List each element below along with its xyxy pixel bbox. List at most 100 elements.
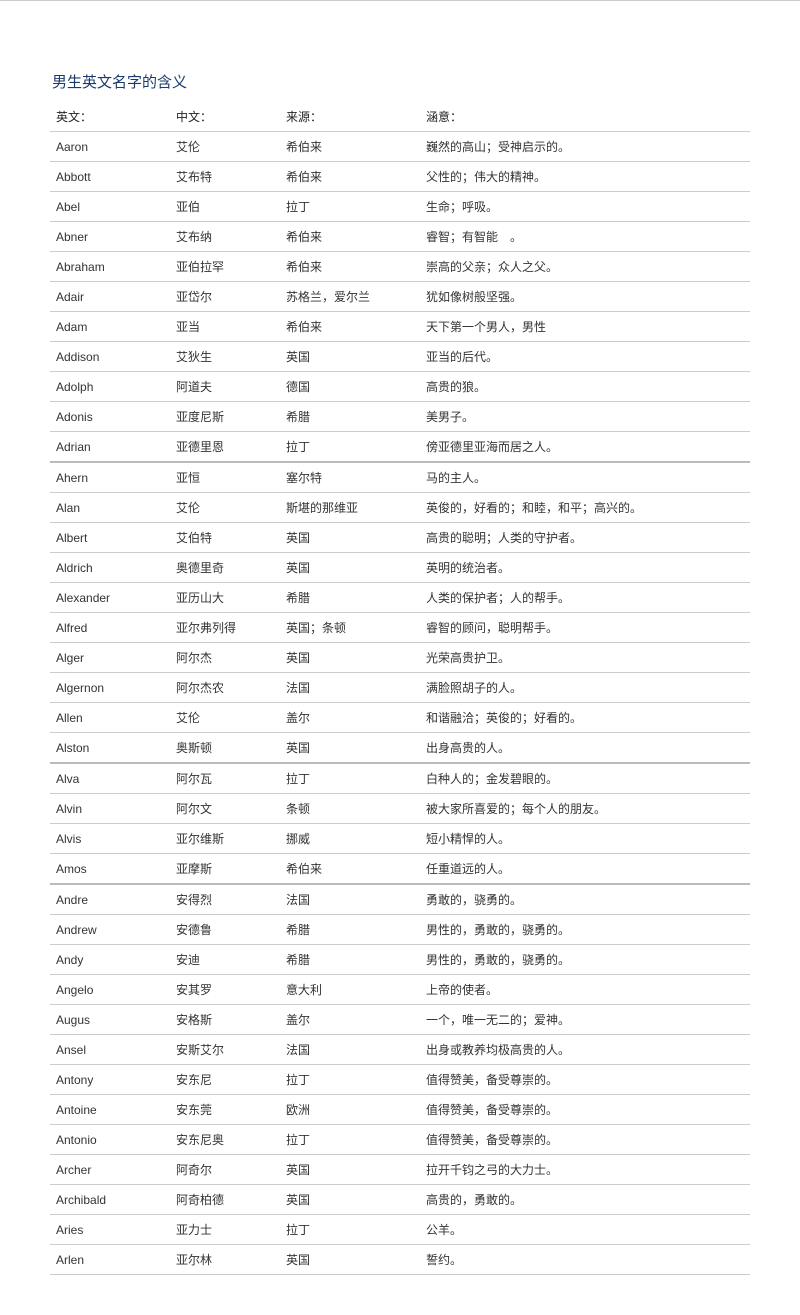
table-row: Arlen亚尔林英国誓约。 xyxy=(50,1245,750,1275)
table-row: Abraham亚伯拉罕希伯来崇高的父亲；众人之父。 xyxy=(50,252,750,282)
cell-chinese: 亚岱尔 xyxy=(170,282,280,312)
cell-chinese: 阿尔杰农 xyxy=(170,673,280,703)
cell-source: 希伯来 xyxy=(280,854,420,885)
cell-source: 希腊 xyxy=(280,402,420,432)
cell-english: Alva xyxy=(50,763,170,794)
cell-meaning: 高贵的，勇敢的。 xyxy=(420,1185,750,1215)
cell-chinese: 艾狄生 xyxy=(170,342,280,372)
cell-meaning: 睿智；有智能 。 xyxy=(420,222,750,252)
table-row: Alston奥斯顿英国出身高贵的人。 xyxy=(50,733,750,764)
cell-english: Allen xyxy=(50,703,170,733)
cell-meaning: 光荣高贵护卫。 xyxy=(420,643,750,673)
cell-english: Alger xyxy=(50,643,170,673)
cell-chinese: 阿尔瓦 xyxy=(170,763,280,794)
cell-chinese: 亚度尼斯 xyxy=(170,402,280,432)
cell-chinese: 安东尼 xyxy=(170,1065,280,1095)
cell-source: 希伯来 xyxy=(280,252,420,282)
cell-chinese: 亚恒 xyxy=(170,462,280,493)
table-row: Adonis亚度尼斯希腊美男子。 xyxy=(50,402,750,432)
cell-source: 法国 xyxy=(280,1035,420,1065)
cell-english: Alfred xyxy=(50,613,170,643)
cell-english: Algernon xyxy=(50,673,170,703)
cell-meaning: 人类的保护者；人的帮手。 xyxy=(420,583,750,613)
cell-english: Ansel xyxy=(50,1035,170,1065)
cell-source: 塞尔特 xyxy=(280,462,420,493)
cell-chinese: 艾布纳 xyxy=(170,222,280,252)
table-row: Amos亚摩斯希伯来任重道远的人。 xyxy=(50,854,750,885)
cell-english: Alvis xyxy=(50,824,170,854)
cell-meaning: 犹如像树般坚强。 xyxy=(420,282,750,312)
cell-english: Archer xyxy=(50,1155,170,1185)
cell-source: 拉丁 xyxy=(280,1065,420,1095)
cell-english: Adam xyxy=(50,312,170,342)
cell-source: 英国；条顿 xyxy=(280,613,420,643)
cell-source: 英国 xyxy=(280,553,420,583)
cell-chinese: 亚当 xyxy=(170,312,280,342)
cell-chinese: 安迪 xyxy=(170,945,280,975)
table-row: Aldrich奥德里奇英国英明的统治者。 xyxy=(50,553,750,583)
names-table: 英文： 中文： 来源： 涵意： Aaron艾伦希伯来巍然的高山；受神启示的。Ab… xyxy=(50,102,750,1275)
table-row: Addison艾狄生英国亚当的后代。 xyxy=(50,342,750,372)
cell-english: Albert xyxy=(50,523,170,553)
cell-english: Aldrich xyxy=(50,553,170,583)
cell-meaning: 誓约。 xyxy=(420,1245,750,1275)
cell-meaning: 被大家所喜爱的；每个人的朋友。 xyxy=(420,794,750,824)
cell-source: 希腊 xyxy=(280,915,420,945)
cell-meaning: 值得赞美，备受尊崇的。 xyxy=(420,1125,750,1155)
cell-chinese: 安斯艾尔 xyxy=(170,1035,280,1065)
cell-source: 希腊 xyxy=(280,945,420,975)
cell-english: Amos xyxy=(50,854,170,885)
cell-source: 英国 xyxy=(280,1155,420,1185)
cell-source: 希伯来 xyxy=(280,222,420,252)
cell-source: 英国 xyxy=(280,523,420,553)
cell-meaning: 满脸照胡子的人。 xyxy=(420,673,750,703)
cell-english: Augus xyxy=(50,1005,170,1035)
cell-meaning: 白种人的；金发碧眼的。 xyxy=(420,763,750,794)
cell-chinese: 安格斯 xyxy=(170,1005,280,1035)
cell-english: Antony xyxy=(50,1065,170,1095)
table-row: Alvin阿尔文条顿被大家所喜爱的；每个人的朋友。 xyxy=(50,794,750,824)
cell-meaning: 生命；呼吸。 xyxy=(420,192,750,222)
cell-english: Andre xyxy=(50,884,170,915)
cell-meaning: 高贵的狼。 xyxy=(420,372,750,402)
cell-english: Alexander xyxy=(50,583,170,613)
cell-source: 希腊 xyxy=(280,583,420,613)
cell-source: 拉丁 xyxy=(280,432,420,463)
cell-chinese: 奥斯顿 xyxy=(170,733,280,764)
table-row: Alger阿尔杰英国光荣高贵护卫。 xyxy=(50,643,750,673)
cell-chinese: 安其罗 xyxy=(170,975,280,1005)
cell-chinese: 安东尼奥 xyxy=(170,1125,280,1155)
cell-source: 盖尔 xyxy=(280,703,420,733)
cell-meaning: 天下第一个男人，男性 xyxy=(420,312,750,342)
table-row: Alfred亚尔弗列得英国；条顿睿智的顾问，聪明帮手。 xyxy=(50,613,750,643)
cell-meaning: 出身高贵的人。 xyxy=(420,733,750,764)
cell-english: Abel xyxy=(50,192,170,222)
table-row: Albert艾伯特英国高贵的聪明；人类的守护者。 xyxy=(50,523,750,553)
cell-source: 希伯来 xyxy=(280,162,420,192)
cell-source: 拉丁 xyxy=(280,763,420,794)
cell-meaning: 拉开千钧之弓的大力士。 xyxy=(420,1155,750,1185)
header-english: 英文： xyxy=(50,102,170,132)
cell-meaning: 一个，唯一无二的；爱神。 xyxy=(420,1005,750,1035)
cell-chinese: 亚伯拉罕 xyxy=(170,252,280,282)
table-row: Adrian亚德里恩拉丁傍亚德里亚海而居之人。 xyxy=(50,432,750,463)
table-row: Abner艾布纳希伯来睿智；有智能 。 xyxy=(50,222,750,252)
cell-chinese: 阿奇柏德 xyxy=(170,1185,280,1215)
cell-english: Abner xyxy=(50,222,170,252)
cell-meaning: 男性的，勇敢的，骁勇的。 xyxy=(420,945,750,975)
cell-english: Antoine xyxy=(50,1095,170,1125)
cell-english: Alvin xyxy=(50,794,170,824)
table-row: Aries亚力士拉丁公羊。 xyxy=(50,1215,750,1245)
cell-chinese: 安德鲁 xyxy=(170,915,280,945)
table-header-row: 英文： 中文： 来源： 涵意： xyxy=(50,102,750,132)
cell-chinese: 亚摩斯 xyxy=(170,854,280,885)
cell-source: 苏格兰，爱尔兰 xyxy=(280,282,420,312)
cell-meaning: 高贵的聪明；人类的守护者。 xyxy=(420,523,750,553)
cell-chinese: 艾伦 xyxy=(170,132,280,162)
cell-meaning: 出身或教养均极高贵的人。 xyxy=(420,1035,750,1065)
cell-english: Andy xyxy=(50,945,170,975)
cell-meaning: 公羊。 xyxy=(420,1215,750,1245)
cell-source: 希伯来 xyxy=(280,132,420,162)
cell-english: Andrew xyxy=(50,915,170,945)
cell-source: 英国 xyxy=(280,643,420,673)
